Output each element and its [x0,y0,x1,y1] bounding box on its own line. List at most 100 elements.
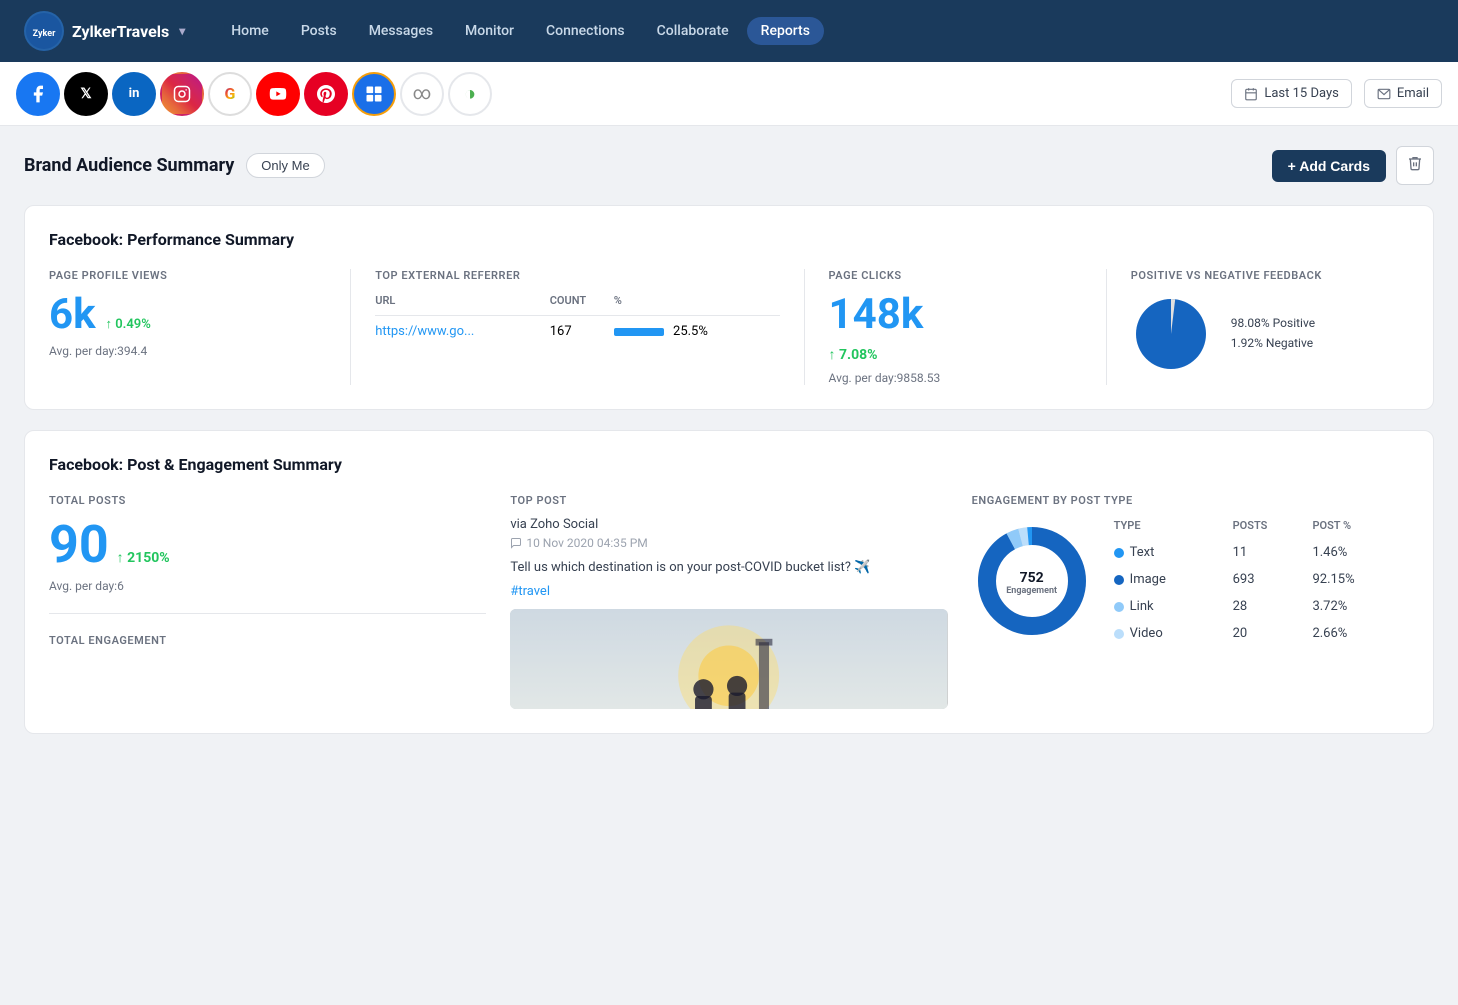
engagement-by-type-section: ENGAGEMENT BY POST TYPE [972,494,1409,709]
page-profile-views-value: 6k [49,290,96,339]
facebook-icon-btn[interactable] [16,72,60,116]
dashboard-icon-btn[interactable]: ◑ [448,72,492,116]
col-posts: POSTS [1233,519,1311,538]
page-title: Brand Audience Summary [24,155,234,176]
zoho-social-icon-btn[interactable] [352,72,396,116]
engagement-donut-chart: 752 Engagement [972,521,1092,645]
donut-sub: Engagement [1006,586,1057,596]
type-posts: 11 [1233,540,1311,565]
donut-value: 752 [1006,570,1057,586]
engagement-by-type-label: ENGAGEMENT BY POST TYPE [972,494,1409,507]
engagement-grid: TOTAL POSTS 90 ↑ 2150% Avg. per day:6 TO… [49,494,1409,709]
engagement-type-table: TYPE POSTS POST % Text 11 1.46% Image 69… [1112,517,1409,648]
brand-logo[interactable]: Zyker ZylkerTravels ▾ [24,11,185,51]
page-clicks-avg: Avg. per day:9858.53 [829,371,1082,385]
all-networks-icon-btn[interactable]: ∞ [400,72,444,116]
type-name: Video [1130,626,1163,641]
top-referrer-section: TOP EXTERNAL REFERRER URL COUNT % https:… [351,269,804,385]
nav-home[interactable]: Home [217,17,283,45]
donut-center: 752 Engagement [1006,570,1057,596]
ref-col-pct: % [614,294,780,316]
date-filter-label: Last 15 Days [1264,86,1338,101]
top-post-hashtag: #travel [510,584,947,599]
instagram-icon-btn[interactable] [160,72,204,116]
type-dot [1114,575,1124,585]
ref-count: 167 [550,316,614,348]
feedback-label: POSITIVE VS NEGATIVE FEEDBACK [1131,269,1385,282]
page-profile-views-change: ↑ 0.49% [106,316,151,332]
brand-chevron-icon: ▾ [179,24,185,38]
type-name: Text [1130,545,1155,560]
page-profile-views-avg: Avg. per day:394.4 [49,344,326,358]
top-post-date-text: 10 Nov 2020 04:35 PM [526,536,647,550]
performance-summary-card: Facebook: Performance Summary PAGE PROFI… [24,205,1434,410]
table-row: Link 28 3.72% [1114,594,1407,619]
linkedin-icon-btn[interactable]: in [112,72,156,116]
top-post-via: via Zoho Social [510,517,947,532]
total-posts-label: TOTAL POSTS [49,494,486,507]
navbar: Zyker ZylkerTravels ▾ Home Posts Message… [0,0,1458,62]
performance-card-title: Facebook: Performance Summary [49,230,1409,249]
toolbar-right: Last 15 Days Email [1231,79,1442,108]
nav-messages[interactable]: Messages [355,17,447,45]
ref-pct: 25.5% [673,324,708,339]
total-posts-avg: Avg. per day:6 [49,579,486,593]
top-referrer-label: TOP EXTERNAL REFERRER [375,269,779,282]
ref-col-url: URL [375,294,549,316]
page-header-right: + Add Cards [1272,146,1434,185]
engagement-type-table-container: TYPE POSTS POST % Text 11 1.46% Image 69… [1112,517,1409,648]
nav-posts[interactable]: Posts [287,17,351,45]
visibility-badge[interactable]: Only Me [246,153,324,178]
type-pct: 92.15% [1312,567,1407,592]
type-pct: 3.72% [1312,594,1407,619]
table-row: Image 693 92.15% [1114,567,1407,592]
ref-col-count: COUNT [550,294,614,316]
pinterest-icon-btn[interactable] [304,72,348,116]
top-post-date: 10 Nov 2020 04:35 PM [510,536,947,550]
twitter-x-icon-btn[interactable]: 𝕏 [64,72,108,116]
email-btn[interactable]: Email [1364,79,1442,108]
engagement-summary-card: Facebook: Post & Engagement Summary TOTA… [24,430,1434,734]
svg-text:Zyker: Zyker [33,29,56,39]
type-posts: 20 [1233,621,1311,646]
type-posts: 693 [1233,567,1311,592]
positive-label: 98.08% Positive [1231,316,1315,330]
nav-connections[interactable]: Connections [532,17,639,45]
referrer-table: URL COUNT % https://www.go... 167 25.5% [375,294,779,347]
page-header-left: Brand Audience Summary Only Me [24,153,325,178]
ref-url-link[interactable]: https://www.go... [375,324,474,339]
total-posts-value: 90 [49,519,109,571]
delete-button[interactable] [1396,146,1434,185]
page-clicks-value: 148k [829,290,924,339]
add-cards-button[interactable]: + Add Cards [1272,150,1386,182]
nav-collaborate[interactable]: Collaborate [643,17,743,45]
table-row: Text 11 1.46% [1114,540,1407,565]
page-profile-views-section: PAGE PROFILE VIEWS 6k ↑ 0.49% Avg. per d… [49,269,351,385]
type-pct: 2.66% [1312,621,1407,646]
engagement-card-title: Facebook: Post & Engagement Summary [49,455,1409,474]
date-filter-btn[interactable]: Last 15 Days [1231,79,1351,108]
nav-monitor[interactable]: Monitor [451,17,528,45]
nav-reports[interactable]: Reports [747,17,824,45]
table-row: https://www.go... 167 25.5% [375,316,779,348]
col-post-pct: POST % [1312,519,1407,538]
ref-bar [614,328,664,336]
top-post-image [510,609,947,709]
page-clicks-label: PAGE CLICKS [829,269,1082,282]
top-post-header: TOP POST [510,494,947,507]
page-profile-views-label: PAGE PROFILE VIEWS [49,269,326,282]
logo-icon: Zyker [24,11,64,51]
youtube-icon-btn[interactable] [256,72,300,116]
top-post-section: TOP POST via Zoho Social 10 Nov 2020 04:… [510,494,947,709]
total-engagement-label: TOTAL ENGAGEMENT [49,634,486,647]
engagement-chart-area: 752 Engagement TYPE POSTS POST % [972,517,1409,648]
type-dot [1114,548,1124,558]
type-name: Link [1130,599,1154,614]
type-dot [1114,602,1124,612]
google-business-icon-btn[interactable]: G [208,72,252,116]
feedback-section: POSITIVE VS NEGATIVE FEEDBACK 98.08% Pos… [1107,269,1409,385]
top-post-text: Tell us which destination is on your pos… [510,558,947,578]
nav-links: Home Posts Messages Monitor Connections … [217,17,1434,45]
type-posts: 28 [1233,594,1311,619]
negative-label: 1.92% Negative [1231,336,1315,350]
